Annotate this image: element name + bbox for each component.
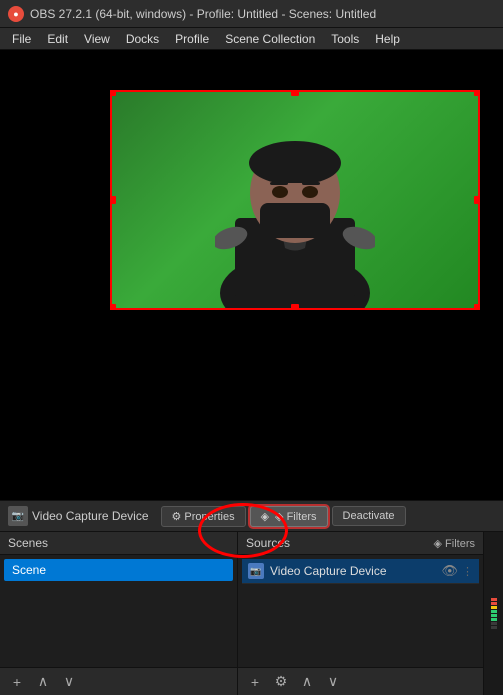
- source-settings-button[interactable]: ⚙: [270, 671, 292, 693]
- filters-icon: ◈: [261, 510, 269, 523]
- handle-left-mid[interactable]: [110, 196, 116, 204]
- menu-help[interactable]: Help: [367, 30, 408, 48]
- vol-bar-red2: [491, 602, 497, 605]
- menu-docks[interactable]: Docks: [118, 30, 167, 48]
- menu-profile[interactable]: Profile: [167, 30, 217, 48]
- handle-top-right[interactable]: [474, 90, 480, 96]
- handle-bottom-mid[interactable]: [291, 304, 299, 310]
- source-up-button[interactable]: ∧: [296, 671, 318, 693]
- handle-bottom-right[interactable]: [474, 304, 480, 310]
- bottom-panels: Scenes Scene + ∧ ∨ Sources ◈ Filters 📷 V…: [0, 532, 503, 695]
- filters-button[interactable]: ◈ ◈ Filters: [250, 506, 328, 527]
- scenes-list: Scene: [0, 555, 237, 667]
- vol-bar-off2: [491, 626, 497, 629]
- scenes-panel-footer: + ∧ ∨: [0, 667, 237, 695]
- title-bar: ● OBS 27.2.1 (64-bit, windows) - Profile…: [0, 0, 503, 28]
- preview-area: [0, 50, 503, 500]
- scene-down-button[interactable]: ∨: [58, 671, 80, 693]
- handle-top-left[interactable]: [110, 90, 116, 96]
- menu-scene-collection[interactable]: Scene Collection: [217, 30, 323, 48]
- source-row-icon: 📷: [248, 563, 264, 579]
- sources-panel-footer: + ⚙ ∧ ∨: [238, 667, 483, 695]
- source-type-icon: 📷: [8, 506, 28, 526]
- add-source-button[interactable]: +: [244, 671, 266, 693]
- scene-item[interactable]: Scene: [4, 559, 233, 581]
- sources-panel-header: Sources ◈ Filters: [238, 532, 483, 555]
- vol-bar-green2: [491, 614, 497, 617]
- title-text: OBS 27.2.1 (64-bit, windows) - Profile: …: [30, 7, 376, 21]
- handle-right-mid[interactable]: [474, 196, 480, 204]
- menu-bar: File Edit View Docks Profile Scene Colle…: [0, 28, 503, 50]
- vol-bar-off1: [491, 622, 497, 625]
- sources-label: Sources: [246, 536, 290, 550]
- menu-view[interactable]: View: [76, 30, 118, 48]
- source-down-button[interactable]: ∨: [322, 671, 344, 693]
- person-silhouette: [215, 108, 375, 308]
- sources-list: 📷 Video Capture Device 👁 ⋮: [238, 555, 483, 667]
- properties-button[interactable]: ⚙ Properties: [161, 506, 246, 527]
- menu-edit[interactable]: Edit: [39, 30, 76, 48]
- scenes-label: Scenes: [8, 536, 48, 550]
- obs-icon: ●: [8, 6, 24, 22]
- add-scene-button[interactable]: +: [6, 671, 28, 693]
- source-eye-icon[interactable]: 👁: [441, 563, 458, 579]
- source-name-label: Video Capture Device: [32, 509, 149, 523]
- menu-file[interactable]: File: [4, 30, 39, 48]
- scenes-panel: Scenes Scene + ∧ ∨: [0, 532, 238, 695]
- source-drag-handle: ⋮: [462, 565, 473, 578]
- scene-up-button[interactable]: ∧: [32, 671, 54, 693]
- source-row-name: Video Capture Device: [270, 564, 387, 578]
- volume-panel: [483, 532, 503, 695]
- filters-header-label: ◈ Filters: [434, 537, 475, 550]
- vol-bar-green3: [491, 618, 497, 621]
- vol-bar-red: [491, 598, 497, 601]
- filters-label: ◈ Filters: [275, 510, 316, 523]
- scenes-panel-header: Scenes: [0, 532, 237, 555]
- volume-meter: [484, 532, 503, 695]
- source-row[interactable]: 📷 Video Capture Device 👁 ⋮: [242, 559, 479, 584]
- vol-bar-yellow: [491, 606, 497, 609]
- handle-bottom-left[interactable]: [110, 304, 116, 310]
- source-toolbar: 📷 Video Capture Device ⚙ Properties ◈ ◈ …: [0, 500, 503, 532]
- sources-panel: Sources ◈ Filters 📷 Video Capture Device…: [238, 532, 483, 695]
- handle-top-mid[interactable]: [291, 90, 299, 96]
- preview-canvas: [110, 90, 480, 310]
- menu-tools[interactable]: Tools: [323, 30, 367, 48]
- vol-bar-green1: [491, 610, 497, 613]
- deactivate-button[interactable]: Deactivate: [332, 506, 406, 526]
